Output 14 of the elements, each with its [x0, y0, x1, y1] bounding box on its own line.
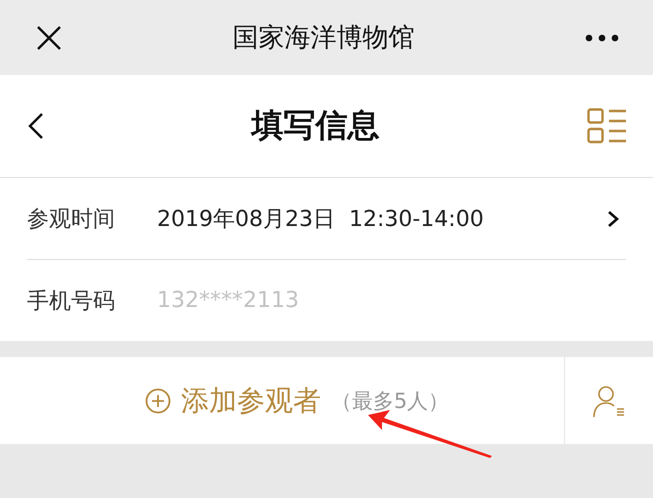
max-count-hint: （最多5人） — [330, 388, 450, 414]
back-icon[interactable] — [28, 112, 44, 140]
more-icon[interactable] — [585, 34, 619, 42]
phone-input-field[interactable]: 132****2113 — [157, 288, 619, 313]
plus-circle-icon — [144, 388, 171, 414]
field-label: 参观时间 — [27, 206, 116, 234]
field-label: 手机号码 — [27, 288, 116, 316]
page-title: 填写信息 — [252, 105, 380, 146]
visit-time-value[interactable]: 2019年08月23日 12:30-14:00 — [157, 204, 607, 234]
close-icon[interactable] — [36, 24, 62, 50]
chevron-icon[interactable] — [607, 210, 619, 228]
contact-list-icon[interactable] — [592, 384, 626, 418]
list-icon[interactable] — [587, 108, 627, 144]
window-title: 国家海洋博物馆 — [232, 22, 414, 55]
